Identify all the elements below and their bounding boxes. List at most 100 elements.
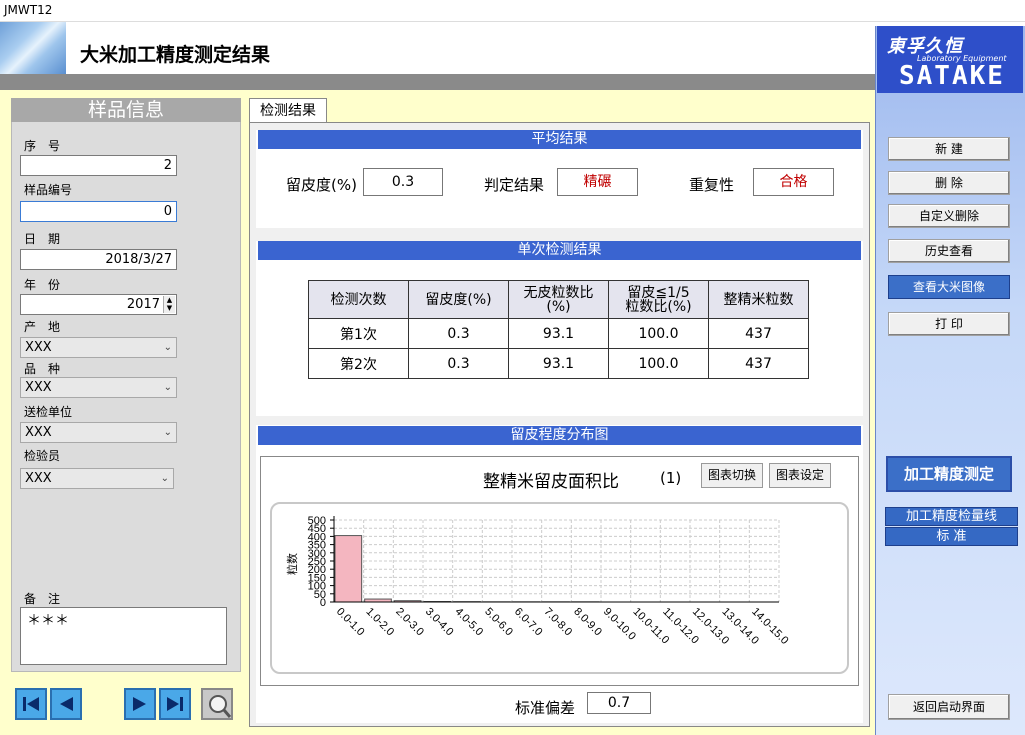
chart-switch-button[interactable]: 图表切换 [701,463,763,488]
repeatability-label: 重复性 [689,176,735,194]
x-tick-label: 3.0-4.0 [423,606,456,639]
table-row: 第1次 0.3 93.1 100.0 437 [308,318,809,349]
distribution-heading: 留皮程度分布图 [258,426,861,445]
column-header: 留皮度(%) [408,280,509,319]
table-cell: 第2次 [308,348,409,379]
chart-title: 整精米留皮面积比 [483,472,619,492]
x-tick-label: 4.0-5.0 [453,606,486,639]
return-start-button[interactable]: 返回启动界面 [888,694,1010,720]
judge-value: 精碾 [557,168,638,196]
precision-measure-button[interactable]: 加工精度测定 [886,456,1012,492]
history-button[interactable]: 历史查看 [888,239,1010,263]
magnifier-icon [209,695,232,718]
print-button[interactable]: 打 印 [888,312,1010,336]
x-tick-label: 2.0-3.0 [393,606,426,639]
right-panel [875,26,1025,735]
chevron-down-icon: ⌄ [160,473,169,484]
single-results-heading: 单次检测结果 [258,241,861,260]
table-cell: 100.0 [608,348,709,379]
next-icon [133,697,146,711]
x-tick-label: 6.0-7.0 [512,606,545,639]
chevron-down-icon: ⌄ [163,382,172,393]
chart-index: (1) [660,469,682,487]
table-cell: 93.1 [508,318,609,349]
single-results-table: 检测次数 留皮度(%) 无皮粒数比 (%) 留皮≦1/5 粒数比(%) 整精米粒… [308,280,809,379]
prev-record-button[interactable] [50,688,82,720]
origin-value: ⅩⅩⅩ [25,340,52,355]
year-stepper[interactable]: 2017 ▲ ▼ [20,294,177,315]
last-icon [167,697,183,711]
x-tick-label: 1.0-2.0 [364,606,397,639]
standard-link[interactable]: 标 准 [885,527,1018,546]
brand-name: SATAKE [899,61,1005,91]
inspector-value: ⅩⅩⅩ [25,471,52,486]
tab-results[interactable]: 检测结果 [249,98,327,122]
inspector-select[interactable]: ⅩⅩⅩ ⌄ [20,468,174,489]
delete-button[interactable]: 删 除 [888,171,1010,195]
spin-arrows-icon[interactable]: ▲ ▼ [163,296,175,313]
last-record-button[interactable] [159,688,191,720]
table-cell: 437 [708,318,809,349]
table-cell: 437 [708,348,809,379]
first-record-button[interactable] [15,688,47,720]
table-cell: 100.0 [608,318,709,349]
table-cell: 0.3 [408,348,509,379]
header-logo-image [0,22,66,74]
x-tick-label: 8.0-9.0 [571,606,604,639]
y-axis-label: 粒数 [285,553,299,575]
prev-icon [60,697,73,711]
page-title: 大米加工精度测定结果 [80,44,271,66]
header-divider [0,74,875,90]
chevron-down-icon: ⌄ [163,342,172,353]
table-cell: 第1次 [308,318,409,349]
unit-value: ⅩⅩⅩ [25,425,52,440]
view-rice-image-button[interactable]: 查看大米图像 [888,275,1010,299]
table-cell: 0.3 [408,318,509,349]
x-tick-label: 0.0-1.0 [334,606,367,639]
bran-value: 0.3 [363,168,443,196]
std-dev-label: 标准偏差 [515,699,576,717]
new-button[interactable]: 新 建 [888,137,1010,161]
notes-field[interactable]: ＊＊＊ [20,607,227,665]
sample-code-field[interactable]: 0 [20,201,177,222]
unit-label: 送检单位 [24,405,73,419]
origin-label: 产 地 [24,320,61,334]
unit-select[interactable]: ⅩⅩⅩ ⌄ [20,422,177,443]
next-record-button[interactable] [124,688,156,720]
notes-label: 备 注 [24,592,61,606]
inspector-label: 检验员 [24,449,61,463]
chart-settings-button[interactable]: 图表设定 [769,463,831,488]
variety-label: 品 种 [24,362,61,376]
bran-label: 留皮度(%) [286,176,357,194]
average-heading: 平均结果 [258,130,861,149]
custom-delete-button[interactable]: 自定义删除 [888,204,1010,228]
chevron-down-icon: ⌄ [163,427,172,438]
column-header: 整精米粒数 [708,280,809,319]
bar [334,535,363,603]
calibration-curve-link[interactable]: 加工精度检量线 [885,507,1018,526]
date-field[interactable]: 2018/3/27 [20,249,177,270]
y-tick-label: 500 [308,515,326,527]
variety-select[interactable]: ⅩⅩⅩ ⌄ [20,377,177,398]
seq-field[interactable]: 2 [20,155,177,176]
search-record-button[interactable] [201,688,233,720]
seq-label: 序 号 [24,139,61,153]
judge-label: 判定结果 [484,176,545,194]
year-label: 年 份 [24,278,61,292]
window-titlebar: JMWT12 [0,0,1025,22]
std-dev-value: 0.7 [587,692,651,714]
window-title: JMWT12 [4,3,53,17]
origin-select[interactable]: ⅩⅩⅩ ⌄ [20,337,177,358]
repeatability-value: 合格 [753,168,834,196]
table-cell: 93.1 [508,348,609,379]
brand-logo: 東孚久恒 Laboratory Equipment SATAKE [877,26,1023,93]
date-label: 日 期 [24,232,61,246]
variety-value: ⅩⅩⅩ [25,380,52,395]
x-tick-label: 5.0-6.0 [482,606,515,639]
table-header-row: 检测次数 留皮度(%) 无皮粒数比 (%) 留皮≦1/5 粒数比(%) 整精米粒… [308,280,809,319]
x-tick-label: 7.0-8.0 [542,606,575,639]
sample-info-heading: 样品信息 [11,98,241,122]
column-header: 检测次数 [308,280,409,319]
distribution-chart: 0501001502002503003504004505000.0-1.01.0… [285,515,791,647]
column-header: 留皮≦1/5 粒数比(%) [608,280,709,319]
